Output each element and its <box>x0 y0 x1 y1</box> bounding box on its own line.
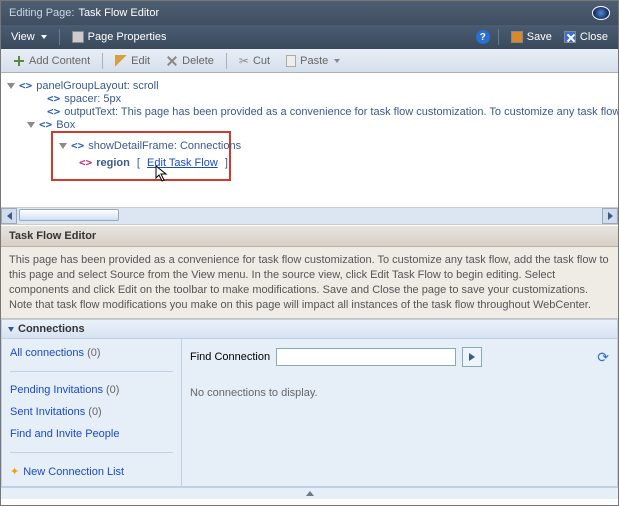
oracle-logo-icon <box>592 6 610 20</box>
page-title: Task Flow Editor <box>78 7 159 19</box>
panel-collapse-bar[interactable] <box>1 487 618 499</box>
edit-toolbar: Add Content Edit Delete ✂ Cut Paste <box>1 49 618 73</box>
page-properties-button[interactable]: Page Properties <box>68 29 171 45</box>
close-button[interactable]: Close <box>560 29 612 45</box>
expand-toggle[interactable] <box>59 143 67 149</box>
paste-button[interactable]: Paste <box>280 53 346 69</box>
connections-title: Connections <box>18 323 85 335</box>
page-properties-label: Page Properties <box>88 31 167 43</box>
divider <box>10 452 173 453</box>
find-connection-label: Find Connection <box>190 351 270 363</box>
cut-label: Cut <box>253 55 270 67</box>
dropdown-icon <box>334 59 340 63</box>
delete-button[interactable]: Delete <box>160 53 220 69</box>
close-icon <box>564 31 576 43</box>
divider <box>102 53 103 69</box>
page-header: Editing Page: Task Flow Editor <box>1 1 618 25</box>
divider <box>498 29 499 45</box>
bracket: [ <box>134 157 143 169</box>
tree-node-region[interactable]: region <box>96 157 130 169</box>
add-content-label: Add Content <box>29 55 90 67</box>
chevron-left-icon <box>7 212 12 220</box>
find-invite-label: Find and Invite People <box>10 428 119 440</box>
all-connections-count: (0) <box>87 347 100 359</box>
tree-node-outputtext[interactable]: outputText: This page has been provided … <box>64 106 618 118</box>
close-label: Close <box>580 31 608 43</box>
tag-icon: <> <box>71 139 84 152</box>
new-connection-list-label: New Connection List <box>23 466 124 478</box>
plus-icon <box>13 55 25 67</box>
tree-node-box[interactable]: Box <box>56 119 75 131</box>
pending-count: (0) <box>106 384 119 396</box>
pencil-icon <box>115 55 127 67</box>
arrow-right-icon <box>469 353 475 361</box>
divider <box>226 53 227 69</box>
all-connections-label: All connections <box>10 347 84 359</box>
properties-icon <box>72 31 84 43</box>
tree-node-spacer[interactable]: spacer: 5px <box>64 93 121 105</box>
delete-label: Delete <box>182 55 214 67</box>
sent-invitations-link[interactable]: Sent Invitations (0) <box>10 406 173 418</box>
task-flow-editor-description: This page has been provided as a conveni… <box>1 247 618 319</box>
pending-invitations-link[interactable]: Pending Invitations (0) <box>10 384 173 396</box>
tag-icon: <> <box>39 118 52 131</box>
divider <box>10 371 173 372</box>
refresh-icon[interactable]: ⟳ <box>597 349 609 366</box>
edit-label: Edit <box>131 55 150 67</box>
no-connections-text: No connections to display. <box>190 387 609 399</box>
editing-prefix: Editing Page: <box>9 7 74 19</box>
horizontal-scrollbar[interactable] <box>1 207 618 225</box>
tree-node-showdetailframe[interactable]: showDetailFrame: Connections <box>88 140 241 152</box>
tag-icon: <> <box>47 105 60 118</box>
task-flow-editor-header: Task Flow Editor <box>1 225 618 247</box>
tag-icon: <> <box>47 92 60 105</box>
view-label: View <box>11 31 35 43</box>
delete-icon <box>166 55 178 67</box>
paste-label: Paste <box>300 55 328 67</box>
connections-main: Find Connection ⟳ No connections to disp… <box>182 339 617 486</box>
edit-button[interactable]: Edit <box>109 53 156 69</box>
collapse-toggle[interactable] <box>8 327 14 332</box>
chevron-up-icon <box>306 491 314 496</box>
all-connections-link[interactable]: All connections (0) <box>10 347 173 359</box>
connections-panel: Connections All connections (0) Pending … <box>1 319 618 487</box>
sent-label: Sent Invitations <box>10 406 85 418</box>
scroll-track[interactable] <box>17 208 602 224</box>
tree-node-panelgroup[interactable]: panelGroupLayout: scroll <box>36 80 158 92</box>
save-button[interactable]: Save <box>507 29 556 45</box>
pending-label: Pending Invitations <box>10 384 103 396</box>
tag-icon: <> <box>19 79 32 92</box>
sent-count: (0) <box>88 406 101 418</box>
star-icon: ✦ <box>10 465 19 478</box>
expand-toggle[interactable] <box>7 83 15 89</box>
connections-header[interactable]: Connections <box>2 320 617 339</box>
cut-button[interactable]: ✂ Cut <box>233 52 276 70</box>
clipboard-icon <box>286 55 296 67</box>
scroll-right-button[interactable] <box>602 208 618 224</box>
find-connection-input[interactable] <box>276 348 456 366</box>
divider <box>59 29 60 45</box>
save-icon <box>511 31 523 43</box>
dropdown-icon <box>41 35 47 39</box>
bracket: ] <box>222 157 228 169</box>
find-invite-people-link[interactable]: Find and Invite People <box>10 428 173 440</box>
save-label: Save <box>527 31 552 43</box>
scroll-thumb[interactable] <box>19 209 119 221</box>
highlight-region: <> showDetailFrame: Connections <> regio… <box>51 131 231 181</box>
chevron-right-icon <box>608 212 613 220</box>
region-icon: <> <box>79 156 92 169</box>
add-content-button[interactable]: Add Content <box>7 53 96 69</box>
help-icon[interactable]: ? <box>476 30 490 44</box>
view-menu[interactable]: View <box>7 29 51 45</box>
scroll-left-button[interactable] <box>1 208 17 224</box>
source-tree: <> panelGroupLayout: scroll <> spacer: 5… <box>1 73 618 207</box>
find-go-button[interactable] <box>462 347 482 367</box>
expand-toggle[interactable] <box>27 122 35 128</box>
connections-sidebar: All connections (0) Pending Invitations … <box>2 339 182 486</box>
top-toolbar: View Page Properties ? Save Close <box>1 25 618 49</box>
new-connection-list-link[interactable]: ✦ New Connection List <box>10 465 173 478</box>
scissors-icon: ✂ <box>239 54 249 68</box>
